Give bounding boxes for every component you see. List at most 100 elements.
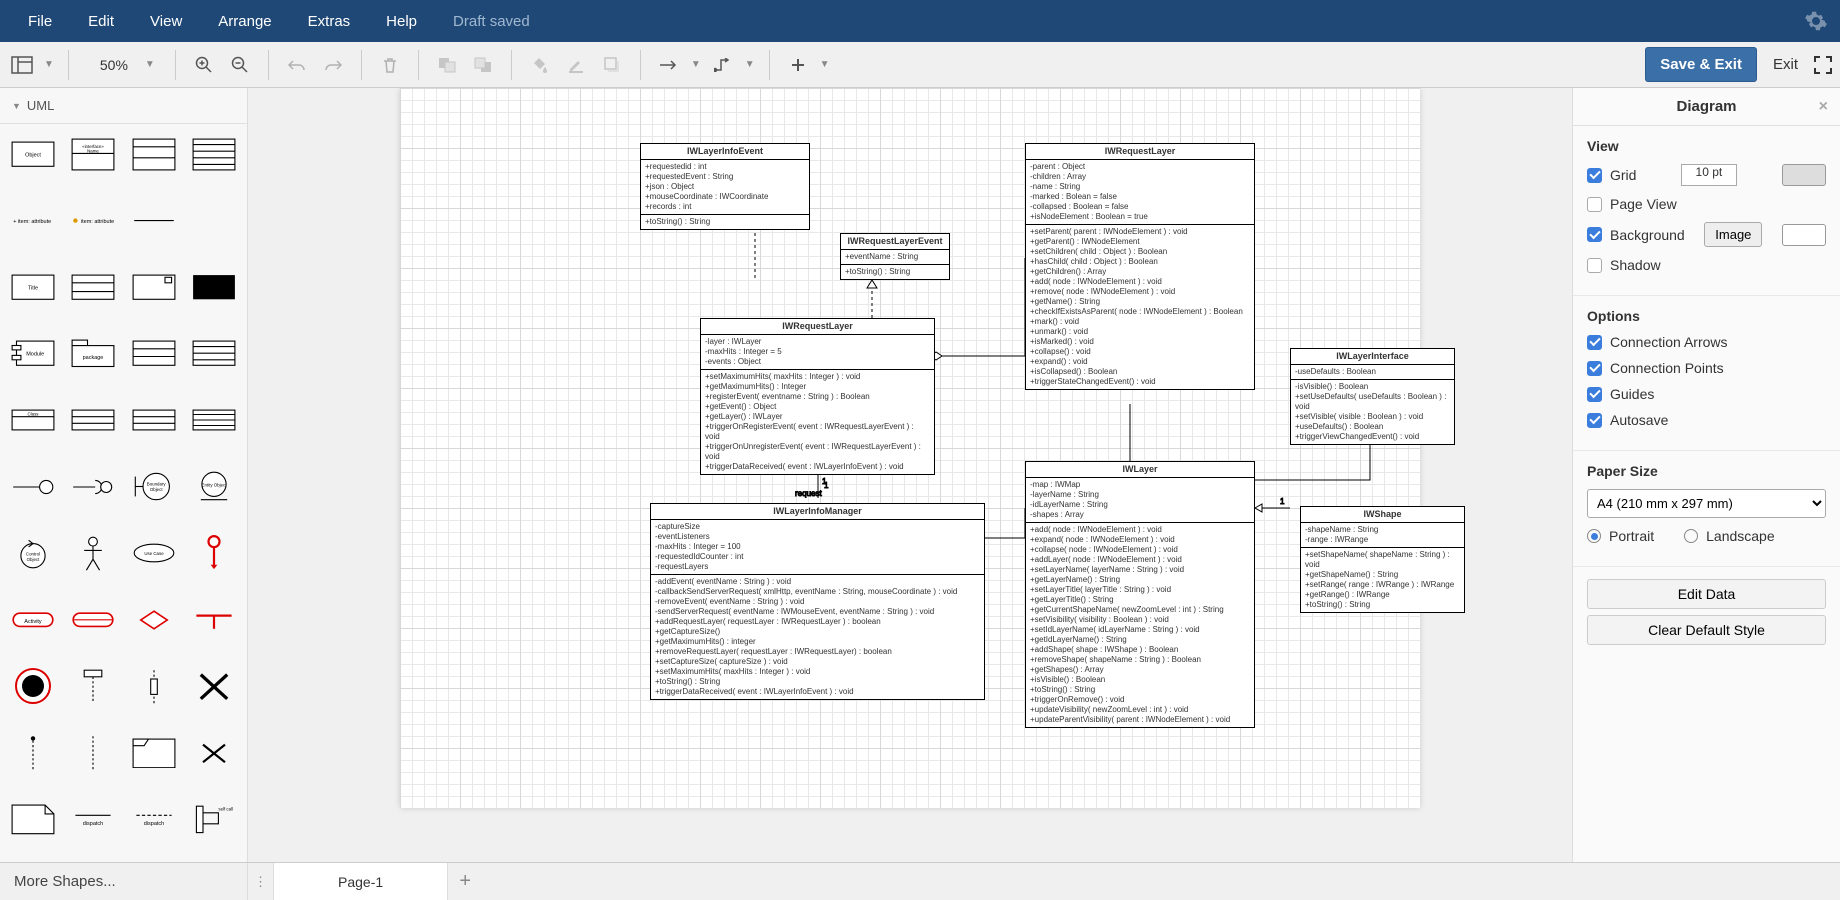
pageview-checkbox[interactable] <box>1587 197 1602 212</box>
autosave-checkbox[interactable] <box>1587 413 1602 428</box>
edit-data-button[interactable]: Edit Data <box>1587 579 1826 609</box>
line-color-icon[interactable] <box>562 51 590 79</box>
shape-block[interactable] <box>189 265 239 309</box>
connection-dropdown-icon[interactable]: ▼ <box>691 59 701 70</box>
zoom-dropdown-icon[interactable]: ▼ <box>145 59 155 70</box>
shape-socket[interactable] <box>68 465 118 509</box>
shape-fork[interactable] <box>189 598 239 642</box>
shape-module[interactable]: Module <box>8 332 58 376</box>
menu-edit[interactable]: Edit <box>72 5 130 38</box>
shape-class-c[interactable] <box>129 398 179 442</box>
uml-IWShape[interactable]: IWShape -shapeName : String -range : IWR… <box>1300 506 1465 613</box>
grid-checkbox[interactable] <box>1587 168 1602 183</box>
shape-lifeline-start[interactable] <box>68 664 118 708</box>
redo-icon[interactable] <box>319 51 347 79</box>
conn-points-checkbox[interactable] <box>1587 361 1602 376</box>
canvas-area[interactable]: request 1 1 1 <box>248 88 1572 862</box>
shape-dispatch2[interactable]: dispatch <box>129 797 179 841</box>
menu-view[interactable]: View <box>134 5 198 38</box>
add-page-button[interactable]: + <box>448 863 482 900</box>
paper-size-select[interactable]: A4 (210 mm x 297 mm) <box>1587 489 1826 518</box>
shape-state[interactable] <box>68 598 118 642</box>
settings-icon[interactable] <box>1804 9 1828 33</box>
uml-IWLayer[interactable]: IWLayer -map : IWMap -layerName : String… <box>1025 461 1255 728</box>
shape-component[interactable] <box>68 265 118 309</box>
uml-IWLayerInfoManager[interactable]: IWLayerInfoManager -captureSize -eventLi… <box>650 503 985 700</box>
close-panel-icon[interactable]: × <box>1819 98 1828 116</box>
shape-item-attr-h[interactable]: item: attribute <box>68 199 118 243</box>
shape-package[interactable]: package <box>68 332 118 376</box>
shape-divider[interactable] <box>129 199 179 243</box>
connection-icon[interactable] <box>655 51 683 79</box>
shape-lifeline-act[interactable] <box>129 664 179 708</box>
shape-class5[interactable] <box>189 132 239 176</box>
zoom-value[interactable]: 50% <box>89 57 139 73</box>
shape-interface[interactable]: «interface»Name <box>68 132 118 176</box>
shape-table2[interactable] <box>189 332 239 376</box>
save-exit-button[interactable]: Save & Exit <box>1645 47 1757 82</box>
waypoint-dropdown-icon[interactable]: ▼ <box>745 59 755 70</box>
grid-color-swatch[interactable] <box>1782 164 1826 186</box>
tab-page-1[interactable]: Page-1 <box>274 863 448 900</box>
shape-activity[interactable]: Activity <box>8 598 58 642</box>
layout-dropdown-icon[interactable]: ▼ <box>44 59 54 70</box>
background-color-swatch[interactable] <box>1782 224 1826 246</box>
waypoint-icon[interactable] <box>709 51 737 79</box>
menu-help[interactable]: Help <box>370 5 433 38</box>
shadow-icon[interactable] <box>598 51 626 79</box>
shape-usecase[interactable]: Use Case <box>129 531 179 575</box>
shape-title[interactable]: Title <box>8 265 58 309</box>
tab-menu-icon[interactable]: ⋮ <box>248 863 274 900</box>
uml-IWRequestLayer-top[interactable]: IWRequestLayer -parent : Object -childre… <box>1025 143 1255 390</box>
shape-destroy[interactable] <box>189 664 239 708</box>
add-icon[interactable] <box>784 51 812 79</box>
shape-dispatch[interactable]: dispatch <box>68 797 118 841</box>
conn-arrows-checkbox[interactable] <box>1587 335 1602 350</box>
landscape-radio[interactable] <box>1684 529 1698 543</box>
guides-checkbox[interactable] <box>1587 387 1602 402</box>
shape-destruction[interactable] <box>189 731 239 775</box>
shape-component2[interactable] <box>129 265 179 309</box>
shape-class-b[interactable] <box>68 398 118 442</box>
shape-lifeline[interactable] <box>8 731 58 775</box>
shape-class3[interactable] <box>129 132 179 176</box>
shape-lifeline2[interactable] <box>68 731 118 775</box>
add-dropdown-icon[interactable]: ▼ <box>820 59 830 70</box>
delete-icon[interactable] <box>376 51 404 79</box>
layout-icon[interactable] <box>8 51 36 79</box>
menu-file[interactable]: File <box>12 5 68 38</box>
shape-class-d[interactable] <box>189 398 239 442</box>
uml-IWLayerInterface[interactable]: IWLayerInterface -useDefaults : Boolean … <box>1290 348 1455 445</box>
fullscreen-icon[interactable] <box>1814 56 1832 74</box>
undo-icon[interactable] <box>283 51 311 79</box>
shape-selfcall[interactable]: self call <box>189 797 239 841</box>
menu-arrange[interactable]: Arrange <box>202 5 287 38</box>
shadow-checkbox[interactable] <box>1587 258 1602 273</box>
fill-color-icon[interactable] <box>526 51 554 79</box>
shape-boundary[interactable]: BoundaryObject <box>129 465 179 509</box>
to-front-icon[interactable] <box>433 51 461 79</box>
more-shapes-button[interactable]: More Shapes... <box>0 863 248 900</box>
grid-size-input[interactable]: 10 pt <box>1681 164 1737 186</box>
portrait-radio[interactable] <box>1587 529 1601 543</box>
exit-button[interactable]: Exit <box>1767 48 1804 81</box>
shape-actor[interactable] <box>68 531 118 575</box>
clear-style-button[interactable]: Clear Default Style <box>1587 615 1826 645</box>
shape-frame[interactable] <box>129 731 179 775</box>
shape-object[interactable]: Object <box>8 132 58 176</box>
shape-table[interactable] <box>129 332 179 376</box>
shape-lollipop[interactable] <box>8 465 58 509</box>
canvas[interactable]: request 1 1 1 <box>400 88 1420 808</box>
shape-branch[interactable] <box>129 598 179 642</box>
shape-entity[interactable]: Entity Object <box>189 465 239 509</box>
shape-empty[interactable] <box>189 199 239 243</box>
uml-IWRequestLayer-mid[interactable]: IWRequestLayer -layer : IWLayer -maxHits… <box>700 318 935 475</box>
shape-end-activity[interactable] <box>8 664 58 708</box>
shape-note[interactable] <box>8 797 58 841</box>
shape-control[interactable]: ControlObject <box>8 531 58 575</box>
uml-IWRequestLayerEvent[interactable]: IWRequestLayerEvent +eventName : String … <box>840 233 950 280</box>
shape-class-a[interactable]: Class <box>8 398 58 442</box>
menu-extras[interactable]: Extras <box>292 5 367 38</box>
shapes-header[interactable]: ▼ UML <box>0 88 247 124</box>
background-checkbox[interactable] <box>1587 227 1602 242</box>
